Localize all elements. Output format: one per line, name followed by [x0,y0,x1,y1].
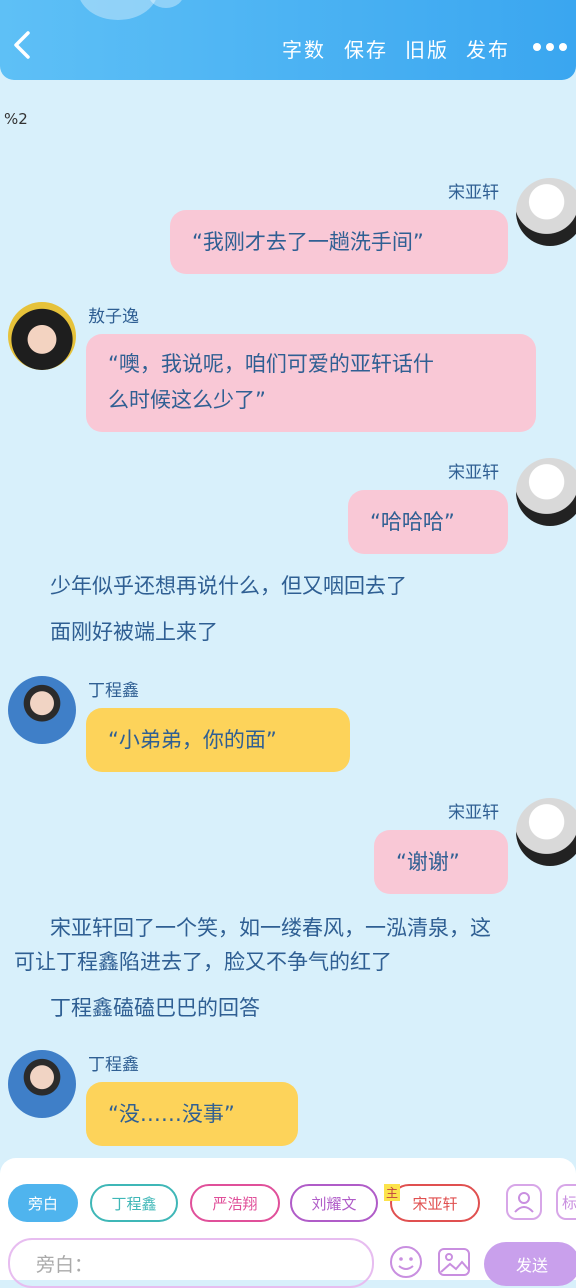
role-chip-ding-chengxin[interactable]: 丁程鑫 [90,1184,178,1222]
chat-bubble[interactable]: “我刚才去了一趟洗手间” [170,210,508,274]
old-version-button[interactable]: 旧版 [405,34,449,63]
more-icon[interactable] [532,42,568,52]
chapter-marker: %2 [4,110,28,128]
chat-bubble-line: “噢，我说呢，咱们可爱的亚轩话什 [108,352,434,376]
emoji-icon[interactable] [388,1244,424,1280]
speaker-name: 敖子逸 [88,307,139,327]
message-input[interactable]: 旁白： [8,1238,374,1288]
speaker-name: 丁程鑫 [88,681,139,701]
decorative-bubble [148,0,184,8]
avatar-song-yaxuan[interactable] [516,178,576,246]
narration-text[interactable]: 丁程鑫磕磕巴巴的回答 [50,992,260,1022]
role-chip-yan-haoxiang[interactable]: 严浩翔 [190,1184,280,1222]
top-bar: 字数 保存 旧版 发布 [0,0,576,80]
image-icon[interactable] [436,1244,472,1280]
chat-bubble[interactable]: “哈哈哈” [348,490,508,554]
speaker-name: 宋亚轩 [448,463,499,483]
chat-bubble[interactable]: “没……没事” [86,1082,298,1146]
narration-text[interactable]: 少年似乎还想再说什么，但又咽回去了 [50,570,407,600]
publish-button[interactable]: 发布 [466,34,510,63]
narration-text[interactable]: 可让丁程鑫陷进去了，脸又不争气的红了 [14,946,392,976]
avatar-ding-chengxin[interactable] [8,1050,76,1118]
avatar-ding-chengxin[interactable] [8,676,76,744]
decorative-bubble [78,0,158,20]
chat-bubble[interactable]: “小弟弟，你的面” [86,708,350,772]
person-icon [514,1192,534,1213]
chat-bubble[interactable]: “噢，我说呢，咱们可爱的亚轩话什 么时候这么少了” [86,334,536,432]
tag-button[interactable]: 标 [556,1184,576,1220]
back-arrow-icon[interactable] [10,30,34,60]
role-chip-liu-yaowen[interactable]: 刘耀文 [290,1184,378,1222]
speaker-name: 宋亚轩 [448,183,499,203]
speaker-name: 宋亚轩 [448,803,499,823]
narration-text[interactable]: 面刚好被端上来了 [50,616,218,646]
main-role-badge: 主 [384,1184,401,1201]
add-role-icon[interactable] [506,1184,542,1220]
chat-bubble[interactable]: “谢谢” [374,830,508,894]
save-button[interactable]: 保存 [344,34,388,63]
avatar-song-yaxuan[interactable] [516,458,576,526]
role-chip-song-yaxuan[interactable]: 宋亚轩 [390,1184,480,1222]
avatar-ao-ziyi[interactable] [8,302,76,370]
speaker-name: 丁程鑫 [88,1055,139,1075]
avatar-song-yaxuan[interactable] [516,798,576,866]
role-chip-narrator[interactable]: 旁白 [8,1184,78,1222]
word-count-button[interactable]: 字数 [282,34,326,63]
chat-bubble-line: 么时候这么少了” [108,388,266,412]
narration-text[interactable]: 宋亚轩回了一个笑，如一缕春风，一泓清泉，这 [50,912,491,942]
send-button[interactable]: 发送 [484,1242,576,1286]
